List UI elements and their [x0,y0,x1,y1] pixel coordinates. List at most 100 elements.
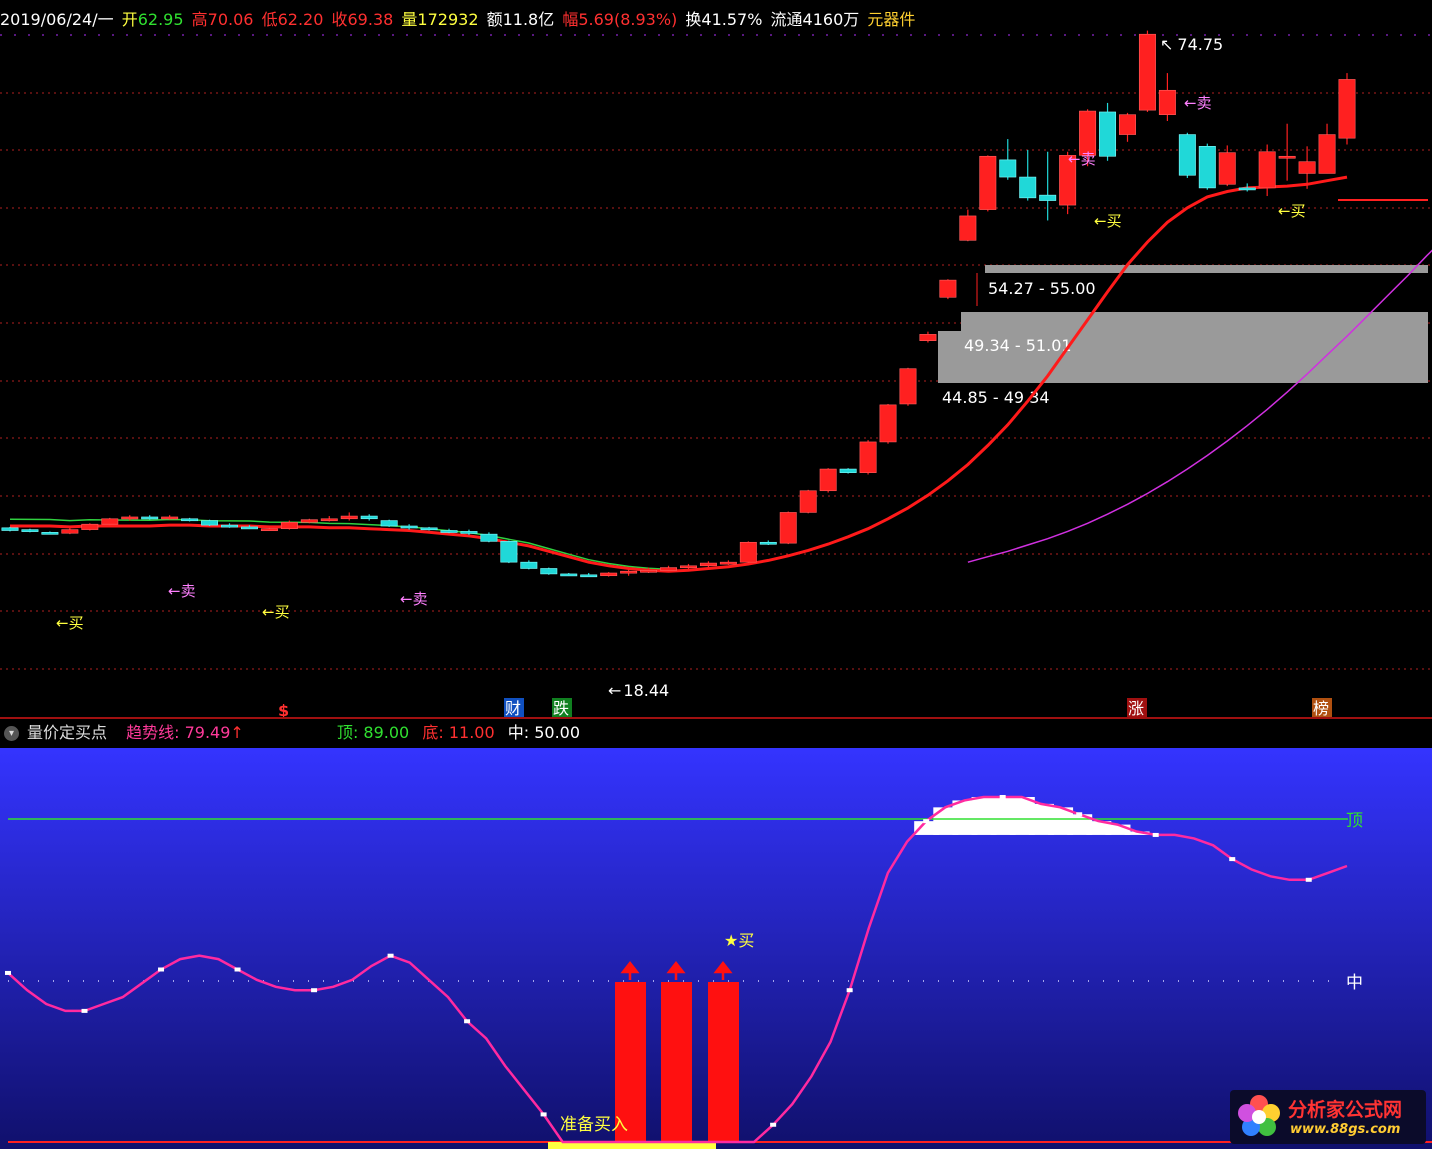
candle[interactable] [1338,73,1356,145]
candle-body [1099,111,1117,157]
candle-body [1318,134,1336,174]
candle[interactable] [480,532,498,543]
candle[interactable] [839,468,857,474]
candle[interactable] [1,526,19,532]
candle-body [719,561,737,565]
candle[interactable] [1158,73,1176,122]
candle[interactable] [739,541,757,564]
candle[interactable] [899,367,917,406]
candle[interactable] [580,573,598,578]
candle[interactable] [181,517,199,522]
event-tag-die[interactable]: 跌 [553,699,569,718]
candle-body [221,524,238,528]
candle[interactable] [360,514,378,521]
candle[interactable] [859,440,877,475]
candle[interactable] [1099,102,1117,161]
candle[interactable] [939,279,957,300]
watermark-logo: 分析家公式网 www.88gs.com [1230,1090,1426,1144]
candle-body [1119,114,1136,135]
indicator-name[interactable]: 量价定买点 [27,723,107,742]
candle[interactable] [540,567,558,575]
candle[interactable] [520,560,538,570]
candle[interactable] [879,403,897,444]
candle-body [360,515,378,520]
oscillator-marker [311,988,318,993]
price-chart[interactable]: 54.27 - 55.00 49.34 - 51.01 44.85 - 49.3… [0,0,1432,720]
candle[interactable] [719,560,737,565]
candle[interactable] [600,572,618,577]
candle-body [61,529,79,534]
candle[interactable] [500,540,518,564]
oscillator-marker [387,953,394,958]
candle[interactable] [41,531,59,535]
candle-body [41,532,59,535]
event-tag-bang[interactable]: 榜 [1313,699,1329,718]
candle[interactable] [979,155,997,212]
candle[interactable] [799,489,817,514]
candle-body [999,159,1017,178]
candle-body [779,512,797,544]
candle-body [699,562,717,567]
candle[interactable] [919,331,937,343]
oscillator-marker [923,819,930,824]
candle[interactable] [560,573,578,577]
candle-body [759,541,777,545]
candle-body [141,516,159,520]
buy-bar-3 [708,982,739,1142]
top-readout: 顶: 89.00 [336,723,410,742]
candle[interactable] [21,528,39,533]
oscillator-marker [540,1112,547,1117]
candle-body [1278,155,1296,159]
candle[interactable] [300,518,318,524]
candle[interactable] [161,515,179,520]
candle-body [839,468,857,473]
candle-body [440,530,458,533]
candle[interactable] [380,519,398,527]
candle[interactable] [1138,30,1156,112]
candle[interactable] [959,209,977,242]
candle[interactable] [1119,112,1136,142]
event-tag-zhang[interactable]: 涨 [1128,699,1144,718]
candle[interactable] [660,565,678,572]
price-low-label: ← 18.44 [608,681,669,700]
price-high-label: ↖ 74.75 [1160,35,1223,54]
candle[interactable] [779,511,797,545]
candle[interactable] [201,519,219,526]
candle[interactable] [999,139,1017,180]
indicator-menu-icon[interactable]: ▾ [4,726,19,741]
candle[interactable] [759,540,777,545]
candle-body [1298,161,1316,174]
candle[interactable] [320,516,338,522]
candle[interactable] [1278,123,1296,181]
candle[interactable] [1019,149,1037,201]
candle-body [1039,194,1057,201]
candle-body [300,519,318,523]
candle[interactable] [221,523,238,528]
candle-body [620,570,638,574]
candles[interactable] [1,30,1356,578]
event-tag-cai[interactable]: 财 [505,699,521,718]
candle-body [1198,146,1216,189]
candle-body [959,215,977,241]
candle[interactable] [1318,123,1336,174]
candle[interactable] [141,515,159,520]
candle[interactable] [819,468,837,493]
candle[interactable] [1218,145,1236,187]
oscillator-panel[interactable]: 顶 中 ★买 准备买入 [0,748,1432,1149]
candle[interactable] [81,523,99,531]
candle[interactable] [1039,151,1057,221]
candle-body [939,279,957,298]
candle-body [1218,152,1236,185]
buy-signal-1: ←买 [56,614,84,632]
candle[interactable] [1198,143,1216,190]
oscillator-marker [1229,857,1236,862]
candle-body [1158,89,1176,115]
candle-body [480,533,498,542]
star-buy-label: ★买 [724,931,754,950]
event-tags: $ 财 跌 涨 榜 [278,698,1332,720]
candle-body [1,527,19,531]
top-level-tag: 顶 [1346,811,1363,831]
candle[interactable] [340,512,358,521]
candle[interactable] [1178,132,1196,178]
candle[interactable] [61,527,79,535]
